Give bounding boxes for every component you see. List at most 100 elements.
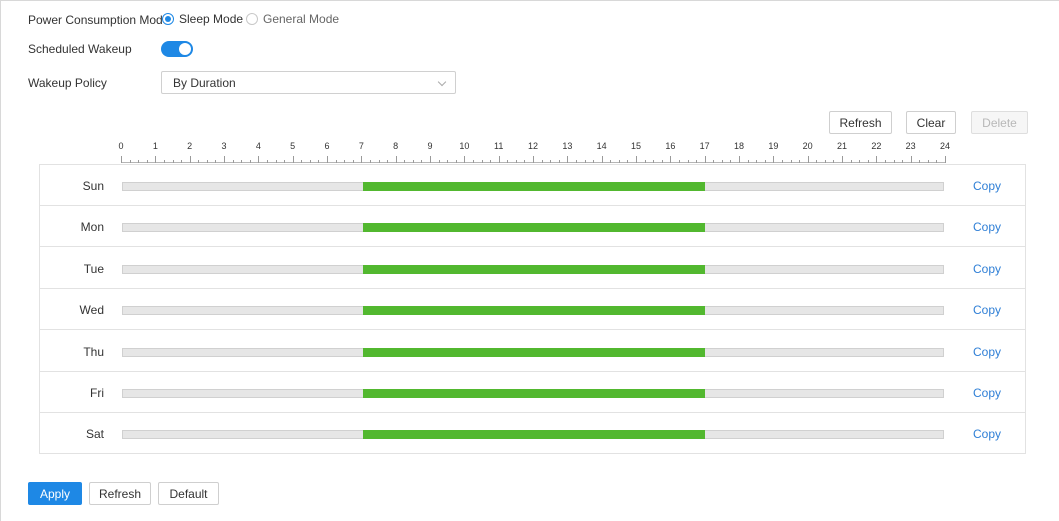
- ruler-minor-tick: [824, 160, 826, 163]
- ruler-hour-label: 1: [152, 141, 158, 151]
- ruler-major-tick: [704, 156, 706, 163]
- ruler-major-tick: [773, 156, 775, 163]
- sleep-mode-radio[interactable]: [162, 13, 174, 25]
- schedule-delete-button[interactable]: Delete: [971, 111, 1028, 134]
- ruler-minor-tick: [163, 160, 165, 163]
- timeline-bar[interactable]: [122, 306, 944, 315]
- day-label: Fri: [90, 386, 104, 400]
- wakeup-policy-select[interactable]: By Duration: [161, 71, 456, 94]
- day-label: Sat: [85, 427, 104, 441]
- copy-link[interactable]: Copy: [973, 427, 1001, 441]
- ruler-hour-label: 3: [221, 141, 227, 151]
- timeline-bar[interactable]: [122, 348, 944, 357]
- copy-link[interactable]: Copy: [973, 345, 1001, 359]
- wakeup-period-segment[interactable]: [362, 306, 706, 315]
- ruler-minor-tick: [919, 160, 921, 163]
- timeline-bar[interactable]: [122, 430, 944, 439]
- schedule-row: Sat Copy: [40, 413, 1025, 454]
- ruler-hour-label: 5: [290, 141, 296, 151]
- copy-link[interactable]: Copy: [973, 262, 1001, 276]
- ruler-minor-tick: [421, 160, 423, 163]
- timeline-bar[interactable]: [122, 265, 944, 274]
- ruler-hour-label: 17: [699, 141, 710, 151]
- wakeup-period-segment[interactable]: [362, 389, 706, 398]
- ruler-hour-label: 2: [187, 141, 193, 151]
- ruler-minor-tick: [404, 160, 406, 163]
- ruler-minor-tick: [936, 160, 938, 163]
- ruler-hour-label: 20: [802, 141, 813, 151]
- ruler-major-tick: [498, 156, 500, 163]
- ruler-hour-label: 8: [393, 141, 399, 151]
- ruler-minor-tick: [721, 160, 723, 163]
- apply-button[interactable]: Apply: [28, 482, 82, 505]
- ruler-minor-tick: [378, 160, 380, 163]
- refresh-button[interactable]: Refresh: [89, 482, 151, 505]
- copy-link[interactable]: Copy: [973, 220, 1001, 234]
- ruler-hour-label: 15: [630, 141, 642, 151]
- wakeup-period-segment[interactable]: [362, 430, 706, 439]
- ruler-minor-tick: [129, 160, 131, 163]
- chevron-down-icon: [437, 77, 447, 87]
- schedule-row: Fri Copy: [40, 372, 1025, 413]
- schedule-clear-button[interactable]: Clear: [906, 111, 956, 134]
- copy-link[interactable]: Copy: [973, 303, 1001, 317]
- scheduled-wakeup-toggle[interactable]: [161, 41, 193, 57]
- ruler-minor-tick: [284, 160, 286, 163]
- copy-link[interactable]: Copy: [973, 179, 1001, 193]
- ruler-hour-label: 19: [768, 141, 779, 151]
- ruler-major-tick: [945, 156, 946, 163]
- ruler-minor-tick: [627, 160, 629, 163]
- wakeup-period-segment[interactable]: [362, 265, 706, 274]
- time-ruler: 0 1 2 3 4 5 6 7 8 9 10 11 12 13 14 15 16 17 18 19 20 21 22 23 24: [118, 141, 950, 165]
- wakeup-period-segment[interactable]: [362, 223, 706, 232]
- ruler-major-tick: [670, 156, 672, 163]
- ruler-minor-tick: [447, 160, 449, 163]
- schedule-row: Sun Copy: [40, 165, 1025, 206]
- ruler-minor-tick: [678, 160, 680, 163]
- ruler-minor-tick: [644, 160, 646, 163]
- timeline-bar[interactable]: [122, 182, 944, 191]
- ruler-major-tick: [464, 156, 466, 163]
- ruler-hour-label: 13: [562, 141, 573, 151]
- ruler-minor-tick: [266, 160, 268, 163]
- ruler-minor-tick: [318, 160, 320, 163]
- ruler-major-tick: [876, 156, 878, 163]
- default-button[interactable]: Default: [158, 482, 219, 505]
- ruler-major-tick: [739, 156, 740, 163]
- ruler-minor-tick: [541, 160, 543, 163]
- ruler-minor-tick: [816, 160, 818, 163]
- ruler-minor-tick: [550, 160, 552, 163]
- general-mode-radio[interactable]: [246, 13, 258, 25]
- sleep-mode-label[interactable]: Sleep Mode: [179, 12, 243, 26]
- ruler-minor-tick: [884, 160, 886, 163]
- ruler-minor-tick: [833, 160, 835, 163]
- ruler-minor-tick: [172, 160, 174, 163]
- copy-link[interactable]: Copy: [973, 386, 1001, 400]
- ruler-minor-tick: [412, 160, 414, 163]
- ruler-major-tick: [842, 156, 843, 163]
- wakeup-period-segment[interactable]: [362, 182, 706, 191]
- day-label: Tue: [83, 262, 104, 276]
- general-mode-label[interactable]: General Mode: [263, 12, 339, 26]
- ruler-minor-tick: [490, 160, 492, 163]
- ruler-major-tick: [636, 156, 637, 163]
- ruler-minor-tick: [455, 160, 457, 163]
- schedule-refresh-button[interactable]: Refresh: [829, 111, 892, 134]
- ruler-minor-tick: [790, 160, 792, 163]
- ruler-major-tick: [121, 156, 122, 163]
- timeline-bar[interactable]: [122, 389, 944, 398]
- ruler-major-tick: [361, 156, 363, 163]
- ruler-minor-tick: [850, 160, 852, 163]
- ruler-hour-label: 16: [665, 141, 676, 151]
- wakeup-policy-value: By Duration: [173, 76, 236, 90]
- ruler-major-tick: [292, 156, 294, 163]
- ruler-minor-tick: [653, 160, 655, 163]
- wakeup-period-segment[interactable]: [362, 348, 706, 357]
- day-label: Wed: [79, 303, 104, 317]
- ruler-hour-label: 10: [459, 141, 470, 151]
- ruler-hour-label: 6: [324, 141, 330, 151]
- ruler-minor-tick: [584, 160, 586, 163]
- timeline-bar[interactable]: [122, 223, 944, 232]
- ruler-minor-tick: [781, 160, 783, 163]
- ruler-hour-label: 7: [358, 141, 364, 151]
